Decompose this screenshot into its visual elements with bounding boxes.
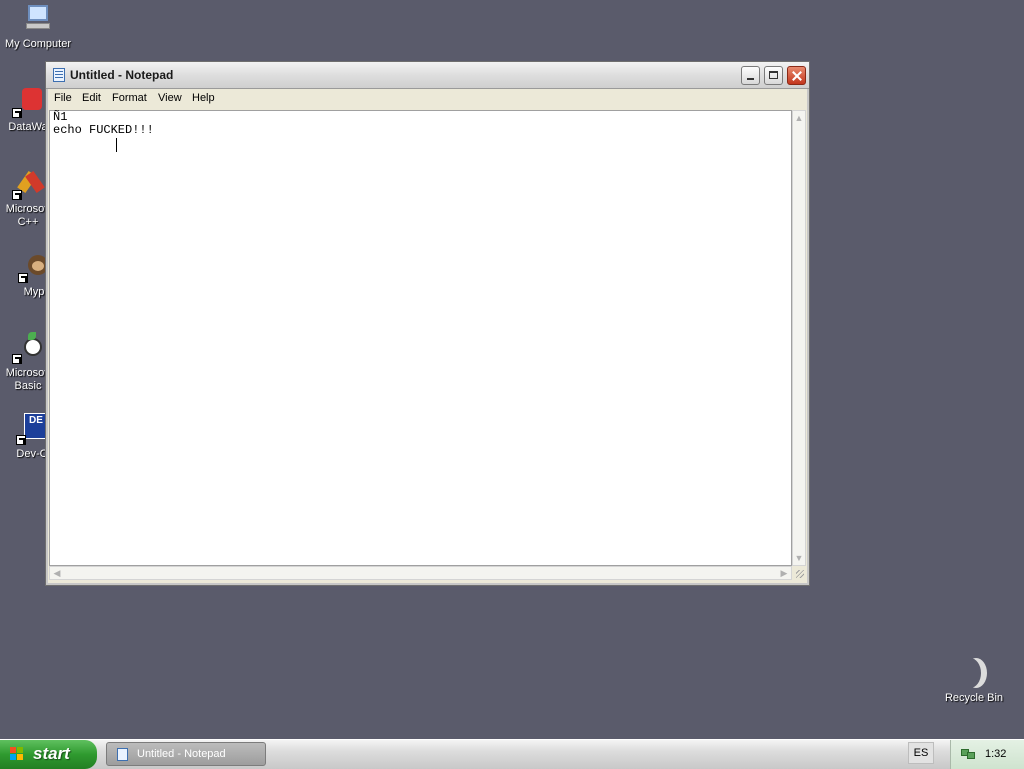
system-tray: 1:32 bbox=[950, 740, 1024, 769]
network-icon[interactable] bbox=[961, 747, 975, 759]
visual-cpp-icon bbox=[12, 168, 45, 200]
notepad-icon bbox=[117, 748, 128, 761]
computer-icon bbox=[22, 3, 54, 35]
horizontal-scrollbar[interactable]: ◀ ▶ bbox=[49, 566, 792, 580]
title-bar[interactable]: Untitled - Notepad bbox=[46, 62, 809, 89]
text-editor[interactable]: Ñ1 echo FUCKED!!! bbox=[49, 110, 792, 566]
basic-icon bbox=[12, 332, 44, 364]
desktop-icon-label: My Computer bbox=[4, 38, 72, 50]
datawa-icon bbox=[12, 86, 44, 118]
desktop-icon-label: Recycle Bin bbox=[944, 692, 1004, 704]
editor-content: Ñ1 echo FUCKED!!! bbox=[53, 110, 154, 137]
menu-edit[interactable]: Edit bbox=[82, 92, 101, 104]
menu-format[interactable]: Format bbox=[112, 92, 147, 104]
dev-cpp-icon: DE bbox=[16, 413, 48, 445]
maximize-button[interactable] bbox=[764, 66, 783, 85]
taskbar: start Untitled - Notepad ES 1:32 bbox=[0, 739, 1024, 769]
vertical-scrollbar[interactable]: ▲ ▼ bbox=[792, 110, 806, 566]
shortcut-arrow-icon bbox=[12, 108, 22, 118]
shortcut-arrow-icon bbox=[12, 354, 22, 364]
menu-file[interactable]: File bbox=[54, 92, 72, 104]
language-indicator[interactable]: ES bbox=[908, 742, 934, 764]
shortcut-arrow-icon bbox=[12, 190, 22, 200]
menu-help[interactable]: Help bbox=[192, 92, 215, 104]
clock[interactable]: 1:32 bbox=[985, 748, 1006, 760]
window-title: Untitled - Notepad bbox=[70, 68, 174, 82]
menu-bar: File Edit Format View Help bbox=[48, 89, 807, 108]
text-caret bbox=[116, 138, 117, 152]
scroll-up-icon[interactable]: ▲ bbox=[793, 112, 805, 124]
taskbar-button-notepad[interactable]: Untitled - Notepad bbox=[106, 742, 266, 766]
notepad-window: Untitled - Notepad File Edit Format View… bbox=[45, 61, 810, 586]
shortcut-arrow-icon bbox=[18, 273, 28, 283]
desktop-icon-recycle-bin[interactable]: Recycle Bin bbox=[940, 658, 1008, 704]
start-label: start bbox=[33, 744, 70, 763]
minimize-button[interactable] bbox=[741, 66, 760, 85]
start-button[interactable]: start bbox=[0, 740, 97, 769]
windows-logo-icon bbox=[10, 747, 24, 761]
scroll-left-icon[interactable]: ◀ bbox=[51, 567, 63, 579]
notepad-icon[interactable] bbox=[53, 68, 65, 82]
shortcut-arrow-icon bbox=[16, 435, 26, 445]
resize-grip[interactable] bbox=[792, 566, 806, 580]
scroll-right-icon[interactable]: ▶ bbox=[778, 567, 790, 579]
desktop-icon-my-computer[interactable]: My Computer bbox=[0, 3, 76, 51]
close-button[interactable] bbox=[787, 66, 806, 85]
scroll-down-icon[interactable]: ▼ bbox=[793, 552, 805, 564]
recycle-bin-icon bbox=[959, 658, 981, 688]
menu-view[interactable]: View bbox=[158, 92, 182, 104]
taskbar-button-label: Untitled - Notepad bbox=[137, 748, 226, 760]
